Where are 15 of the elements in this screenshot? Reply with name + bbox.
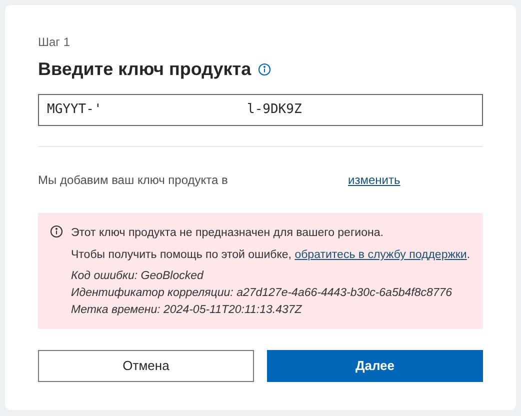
info-icon [258, 63, 272, 76]
error-message: Этот ключ продукта не предназначен для вашего региона. [71, 226, 384, 241]
error-detail: Код ошибки: GeoBlocked [71, 269, 205, 284]
step-label: Шаг 1 [38, 34, 72, 51]
next-button[interactable]: Далее [267, 350, 483, 382]
product-key-field[interactable]: MGYYT-' l-9DK9Z [38, 94, 483, 126]
change-link[interactable]: изменить [348, 171, 400, 189]
account-note: Мы добавим ваш ключ продукта в [38, 172, 229, 189]
error-detail: Метка времени: 2024-05-11T20:11:13.437Z [71, 303, 303, 318]
info-icon [50, 225, 63, 238]
error-detail: Идентификатор корреляции: a27d127e-4a66-4443-b30c-6a5b4f8c8776 [71, 286, 454, 301]
help-text: Чтобы получить помощь по этой ошибке, обратитесь в службу поддержки. [71, 248, 470, 263]
dialog-title: Введите ключ продукта [38, 58, 252, 81]
support-link[interactable]: обратитесь в службу поддержки [294, 249, 467, 261]
cancel-button[interactable]: Отмена [38, 350, 254, 382]
